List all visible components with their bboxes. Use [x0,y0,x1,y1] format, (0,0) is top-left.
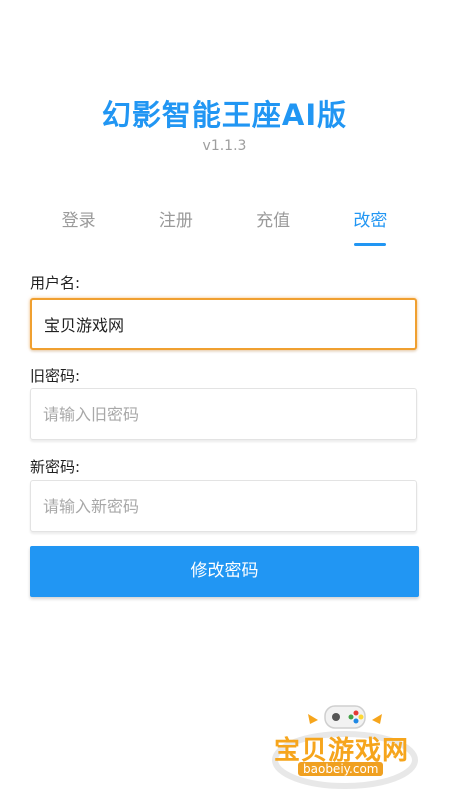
username-input[interactable] [32,300,415,348]
tab-recharge[interactable]: 充值 [225,196,322,248]
change-password-button[interactable]: 修改密码 [30,546,419,597]
auth-tabs: 登录 注册 充值 改密 [30,196,419,248]
new-password-input[interactable] [31,481,416,531]
old-password-label: 旧密码: [30,367,81,385]
watermark-url: baobeiy.com [298,762,384,776]
old-password-field-box [30,388,417,440]
tab-change-password[interactable]: 改密 [322,196,419,248]
site-watermark: 宝贝游戏网 baobeiy.com [270,700,420,792]
tab-register[interactable]: 注册 [127,196,224,248]
username-field-box [30,298,417,350]
app-version: v1.1.3 [202,138,247,154]
old-password-input[interactable] [31,389,416,439]
new-password-field-box [30,480,417,532]
tab-login[interactable]: 登录 [30,196,127,248]
change-password-screen: 幻影智能王座AI版 v1.1.3 登录 注册 充值 改密 用户名: 旧密码: 新… [0,0,449,798]
app-title: 幻影智能王座AI版 [101,98,348,132]
username-label: 用户名: [30,274,81,292]
new-password-label: 新密码: [30,458,81,476]
